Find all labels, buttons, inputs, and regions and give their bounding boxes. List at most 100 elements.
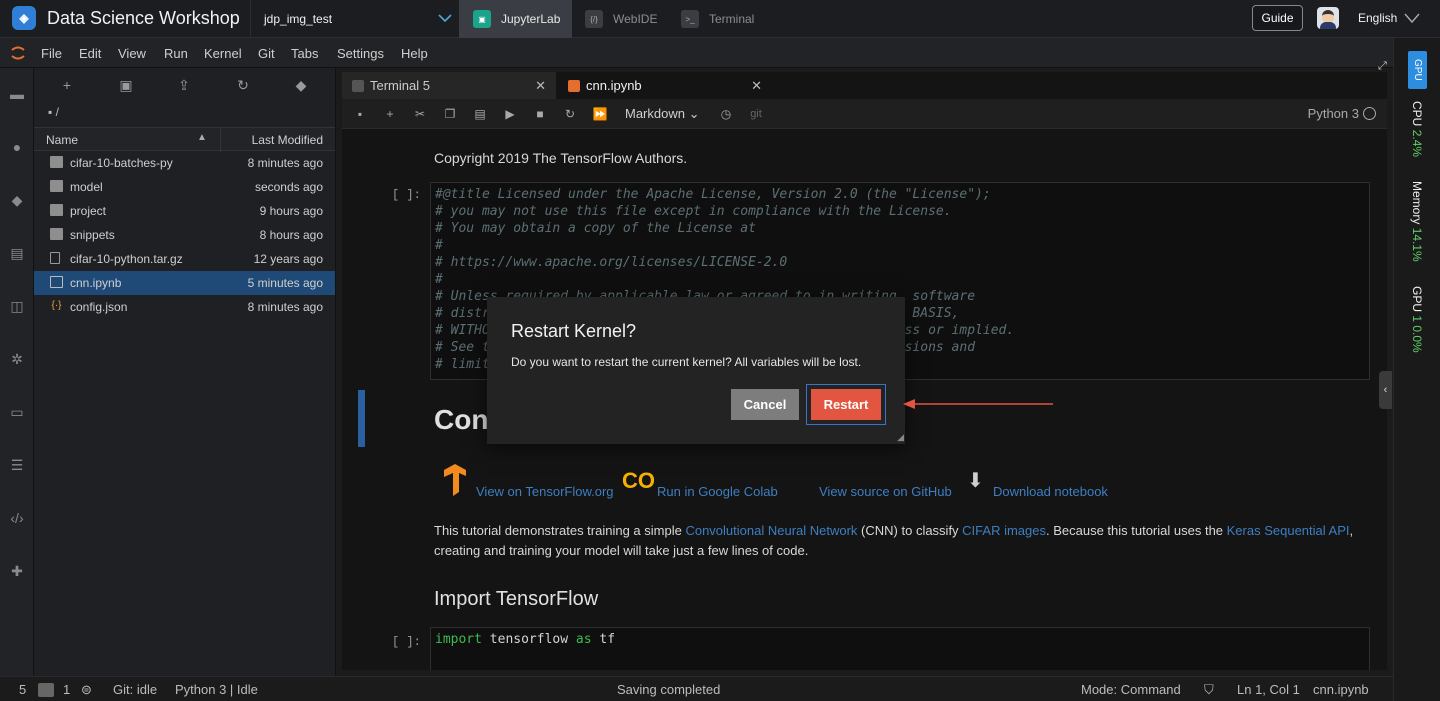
extension-settings-icon[interactable]: ✲ [7, 349, 27, 369]
file-row[interactable]: cifar-10-batches-py 8 minutes ago [34, 151, 335, 175]
folder-icon [50, 228, 63, 240]
property-inspector-icon[interactable]: ◫ [7, 296, 27, 316]
code-snippets-icon[interactable]: ‹/› [7, 508, 27, 528]
tensorflow-icon [442, 464, 468, 496]
cifar-link[interactable]: CIFAR images [962, 523, 1046, 538]
menu-tabs[interactable]: Tabs [291, 46, 318, 61]
tab-label: JupyterLab [501, 12, 561, 26]
download-icon: ⬇ [967, 470, 984, 492]
shield-icon[interactable]: ⛉ [1204, 682, 1214, 698]
upload-icon[interactable]: ⇪ [175, 76, 193, 94]
workspace-selector[interactable]: jdp_img_test [250, 0, 458, 38]
file-row[interactable]: cnn.ipynb 5 minutes ago [34, 271, 335, 295]
add-cell-icon[interactable]: + [382, 106, 398, 122]
paste-icon[interactable]: ▤ [472, 106, 488, 122]
menu-settings[interactable]: Settings [337, 46, 384, 61]
mode-status[interactable]: Mode: Command [1081, 682, 1181, 697]
intro-paragraph-line2: creating and training your model will ta… [434, 543, 809, 558]
git-label[interactable]: git [748, 106, 764, 122]
tab-jupyterlab[interactable]: ▣ JupyterLab [459, 0, 572, 38]
avatar[interactable] [1317, 7, 1339, 29]
gpu-badge[interactable]: GPU [1408, 51, 1427, 89]
resize-handle-icon[interactable]: ◢ [897, 432, 904, 443]
terminal-icon: >_ [681, 10, 699, 28]
intro-text: (CNN) to classify [857, 523, 963, 538]
status-count[interactable]: 5 [19, 682, 26, 697]
guide-button[interactable]: Guide [1252, 5, 1303, 31]
status-bar: 5 1 ⊜ Git: idle Python 3 | Idle Saving c… [0, 676, 1393, 701]
chevron-down-icon[interactable] [1403, 10, 1421, 26]
menu-run[interactable]: Run [164, 46, 188, 61]
file-row[interactable]: model seconds ago [34, 175, 335, 199]
column-name[interactable]: Name [46, 133, 78, 147]
menu-bar: File Edit View Run Kernel Git Tabs Setti… [0, 38, 1393, 68]
column-last-modified[interactable]: Last Modified [252, 133, 323, 147]
top-bar: ◈ Data Science Workshop jdp_img_test ▣ J… [0, 0, 1440, 38]
breadcrumb[interactable]: ▪ / [48, 105, 59, 119]
file-name: project [70, 204, 107, 218]
tab-terminal[interactable]: >_ Terminal [681, 0, 771, 38]
kernel-name[interactable]: Python 3 [1308, 106, 1359, 121]
doc-tab-terminal[interactable]: Terminal 5 ✕ [342, 72, 556, 99]
menu-view[interactable]: View [118, 46, 146, 61]
cut-icon[interactable]: ✂ [412, 106, 428, 122]
keras-link[interactable]: Keras Sequential API [1227, 523, 1350, 538]
download-notebook-link[interactable]: Download notebook [993, 484, 1108, 499]
intro-text: , [1349, 523, 1354, 538]
menu-edit[interactable]: Edit [79, 46, 101, 61]
file-row[interactable]: snippets 8 hours ago [34, 223, 335, 247]
cancel-button[interactable]: Cancel [731, 389, 799, 420]
file-row[interactable]: project 9 hours ago [34, 199, 335, 223]
git-clone-icon[interactable]: ◆ [292, 76, 310, 94]
commands-icon[interactable]: ▤ [7, 243, 27, 263]
view-on-tensorflow-link[interactable]: View on TensorFlow.org [476, 484, 614, 499]
current-file: cnn.ipynb [1313, 682, 1369, 697]
new-folder-icon[interactable]: ▣ [117, 76, 135, 94]
menu-help[interactable]: Help [401, 46, 428, 61]
file-list-header: Name ▲ Last Modified [34, 127, 335, 152]
folder-icon[interactable]: ▬ [7, 84, 27, 104]
toc-icon[interactable]: ☰ [7, 455, 27, 475]
refresh-icon[interactable]: ↻ [234, 76, 252, 94]
code-line: # you may not use this file except in co… [435, 204, 952, 219]
running-icon[interactable]: ● [7, 137, 27, 157]
fast-forward-icon[interactable]: ⏩ [592, 106, 608, 122]
cursor-position[interactable]: Ln 1, Col 1 [1237, 682, 1300, 697]
menu-git[interactable]: Git [258, 46, 275, 61]
clock-icon[interactable]: ◷ [718, 106, 734, 122]
file-modified: 9 hours ago [259, 204, 323, 218]
run-in-colab-link[interactable]: Run in Google Colab [657, 484, 778, 499]
tabs-icon[interactable]: ▭ [7, 402, 27, 422]
restart-icon[interactable]: ↻ [562, 106, 578, 122]
doc-tab-notebook[interactable]: cnn.ipynb ✕ [558, 72, 772, 99]
git-status[interactable]: Git: idle [113, 682, 157, 697]
collapse-sidebar-handle[interactable]: ‹ [1379, 371, 1392, 409]
copy-icon[interactable]: ❐ [442, 106, 458, 122]
save-icon[interactable]: ▪ [352, 106, 368, 122]
status-count[interactable]: 1 [63, 682, 70, 697]
language-selector[interactable]: English [1358, 11, 1397, 25]
kernel-status[interactable]: Python 3 | Idle [175, 682, 258, 697]
extensions-icon[interactable]: ✚ [7, 561, 27, 581]
close-icon[interactable]: ✕ [751, 78, 762, 94]
expand-icon[interactable]: ⤢ [1378, 60, 1390, 72]
close-icon[interactable]: ✕ [535, 78, 546, 94]
menu-file[interactable]: File [41, 46, 62, 61]
view-on-github-link[interactable]: View source on GitHub [819, 484, 952, 499]
kernel-status-icon [1363, 107, 1376, 120]
stop-icon[interactable]: ■ [532, 106, 548, 122]
menu-kernel[interactable]: Kernel [204, 46, 242, 61]
tab-webide[interactable]: {/} WebIDE [585, 0, 675, 38]
dialog-title: Restart Kernel? [511, 321, 637, 341]
cell-type-select[interactable]: Markdown ⌄ [625, 106, 700, 122]
run-icon[interactable]: ▶ [502, 106, 518, 122]
file-row[interactable]: {·} config.json 8 minutes ago [34, 295, 335, 319]
new-launcher-icon[interactable]: + [58, 76, 76, 94]
code-cell-import[interactable]: import tensorflow as tf [430, 627, 1370, 670]
git-icon[interactable]: ◆ [7, 190, 27, 210]
cnn-link[interactable]: Convolutional Neural Network [685, 523, 857, 538]
folder-icon [50, 180, 63, 192]
restart-button[interactable]: Restart [811, 389, 881, 420]
file-row[interactable]: cifar-10-python.tar.gz 12 years ago [34, 247, 335, 271]
file-name: cnn.ipynb [70, 276, 122, 290]
